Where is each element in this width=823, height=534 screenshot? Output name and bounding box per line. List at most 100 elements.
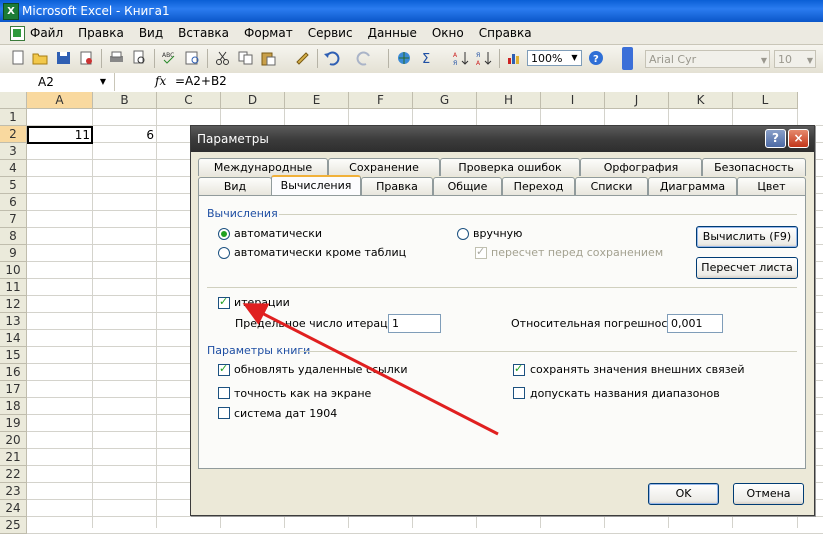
menu-item[interactable]: Сервис xyxy=(308,26,353,40)
tab-edit[interactable]: Правка xyxy=(361,177,433,195)
accept-labels-checkbox[interactable] xyxy=(513,387,525,399)
tab-color[interactable]: Цвет xyxy=(737,177,806,195)
row-header[interactable]: 24 xyxy=(0,500,27,517)
column-header[interactable]: L xyxy=(733,92,798,109)
tab-error-checking[interactable]: Проверка ошибок xyxy=(440,158,580,176)
tab-calculation[interactable]: Вычисления xyxy=(271,175,361,195)
column-header[interactable]: K xyxy=(669,92,733,109)
permission-icon[interactable] xyxy=(78,50,95,66)
row-header[interactable]: 17 xyxy=(0,381,27,398)
column-header[interactable]: I xyxy=(541,92,605,109)
row-header[interactable]: 12 xyxy=(0,296,27,313)
menu-item[interactable]: Окно xyxy=(432,26,464,40)
row-header[interactable]: 23 xyxy=(0,483,27,500)
undo-icon[interactable] xyxy=(323,50,340,66)
name-box[interactable]: A2 ▼ xyxy=(0,73,115,91)
menu-item[interactable]: Данные xyxy=(368,26,417,40)
max-iterations-input[interactable]: 1 xyxy=(388,314,441,333)
tab-spelling[interactable]: Орфография xyxy=(580,158,702,176)
row-header[interactable]: 4 xyxy=(0,160,27,177)
copy-icon[interactable] xyxy=(237,50,254,66)
row-header[interactable]: 5 xyxy=(0,177,27,194)
calc-auto-except-tables-radio[interactable] xyxy=(218,247,230,259)
column-header[interactable]: E xyxy=(285,92,349,109)
sort-ascending-icon[interactable]: АЯ xyxy=(453,50,470,67)
row-header[interactable]: 15 xyxy=(0,347,27,364)
save-icon[interactable] xyxy=(55,50,72,66)
row-header[interactable]: 3 xyxy=(0,143,27,160)
column-header[interactable]: C xyxy=(157,92,221,109)
tab-transition[interactable]: Переход xyxy=(502,177,575,195)
row-header[interactable]: 19 xyxy=(0,415,27,432)
column-header[interactable]: H xyxy=(477,92,541,109)
font-name-select[interactable]: Arial Cyr ▼ xyxy=(645,50,770,68)
print-preview-icon[interactable] xyxy=(131,50,148,66)
autosum-icon[interactable]: Σ xyxy=(420,50,437,67)
zoom-select[interactable]: 100% ▼ xyxy=(527,50,582,66)
insert-function-icon[interactable]: fx xyxy=(155,74,166,88)
tab-security[interactable]: Безопасность xyxy=(702,158,806,176)
calculate-now-button[interactable]: Вычислить (F9) xyxy=(696,226,798,248)
row-header[interactable]: 16 xyxy=(0,364,27,381)
tab-international[interactable]: Международные xyxy=(198,158,328,176)
max-change-input[interactable]: 0,001 xyxy=(667,314,723,333)
tab-chart[interactable]: Диаграмма xyxy=(648,177,737,195)
row-header[interactable]: 7 xyxy=(0,211,27,228)
format-painter-icon[interactable] xyxy=(294,50,311,66)
row-header[interactable]: 22 xyxy=(0,466,27,483)
row-header[interactable]: 18 xyxy=(0,398,27,415)
cut-icon[interactable] xyxy=(214,50,231,66)
sort-descending-icon[interactable]: ЯА xyxy=(476,50,493,67)
toolbar-options-chevron[interactable] xyxy=(622,47,633,70)
calc-manual-radio[interactable] xyxy=(457,228,469,240)
row-header[interactable]: 25 xyxy=(0,517,27,534)
hyperlink-icon[interactable] xyxy=(396,50,413,66)
row-header[interactable]: 13 xyxy=(0,313,27,330)
excel-app-icon[interactable]: X xyxy=(3,3,19,20)
column-header[interactable]: B xyxy=(93,92,157,109)
research-icon[interactable] xyxy=(184,50,201,66)
column-header[interactable]: F xyxy=(349,92,413,109)
workbook-icon[interactable] xyxy=(10,26,25,41)
redo-icon[interactable] xyxy=(356,50,373,66)
menu-item[interactable]: Справка xyxy=(479,26,532,40)
menu-item[interactable]: Вставка xyxy=(178,26,229,40)
row-header[interactable]: 9 xyxy=(0,245,27,262)
spelling-icon[interactable]: ABC xyxy=(161,50,178,66)
row-header[interactable]: 8 xyxy=(0,228,27,245)
row-header[interactable]: 2 xyxy=(0,126,27,143)
open-icon[interactable] xyxy=(32,50,49,66)
column-header[interactable]: G xyxy=(413,92,477,109)
row-header[interactable]: 1 xyxy=(0,109,27,126)
precision-as-displayed-checkbox[interactable] xyxy=(218,387,230,399)
date-1904-checkbox[interactable] xyxy=(218,407,230,419)
menu-item[interactable]: Формат xyxy=(244,26,293,40)
calc-auto-radio[interactable] xyxy=(218,228,230,240)
update-remote-refs-checkbox[interactable] xyxy=(218,362,230,376)
tab-general[interactable]: Общие xyxy=(433,177,502,195)
menu-item[interactable]: Файл xyxy=(30,26,63,40)
paste-icon[interactable] xyxy=(260,50,277,66)
tab-lists[interactable]: Списки xyxy=(575,177,648,195)
cell-b2[interactable]: 6 xyxy=(93,127,154,143)
menu-item[interactable]: Вид xyxy=(139,26,163,40)
font-size-select[interactable]: 10 ▼ xyxy=(774,50,816,68)
ok-button[interactable]: OK xyxy=(648,483,719,505)
print-icon[interactable] xyxy=(108,50,125,66)
iteration-checkbox[interactable] xyxy=(218,295,230,309)
column-header[interactable]: J xyxy=(605,92,669,109)
dialog-help-button[interactable]: ? xyxy=(765,129,786,148)
tab-view[interactable]: Вид xyxy=(198,177,272,195)
column-header[interactable]: D xyxy=(221,92,285,109)
formula-input[interactable]: =A2+B2 xyxy=(175,74,227,88)
row-header[interactable]: 21 xyxy=(0,449,27,466)
dialog-close-button[interactable]: × xyxy=(788,129,809,148)
row-header[interactable]: 20 xyxy=(0,432,27,449)
tab-save[interactable]: Сохранение xyxy=(328,158,440,176)
menu-item[interactable]: Правка xyxy=(78,26,124,40)
cancel-button[interactable]: Отмена xyxy=(733,483,804,505)
column-header[interactable]: A xyxy=(27,92,93,109)
row-header[interactable]: 6 xyxy=(0,194,27,211)
select-all-corner[interactable] xyxy=(0,92,27,109)
calculate-sheet-button[interactable]: Пересчет листа xyxy=(696,257,798,279)
